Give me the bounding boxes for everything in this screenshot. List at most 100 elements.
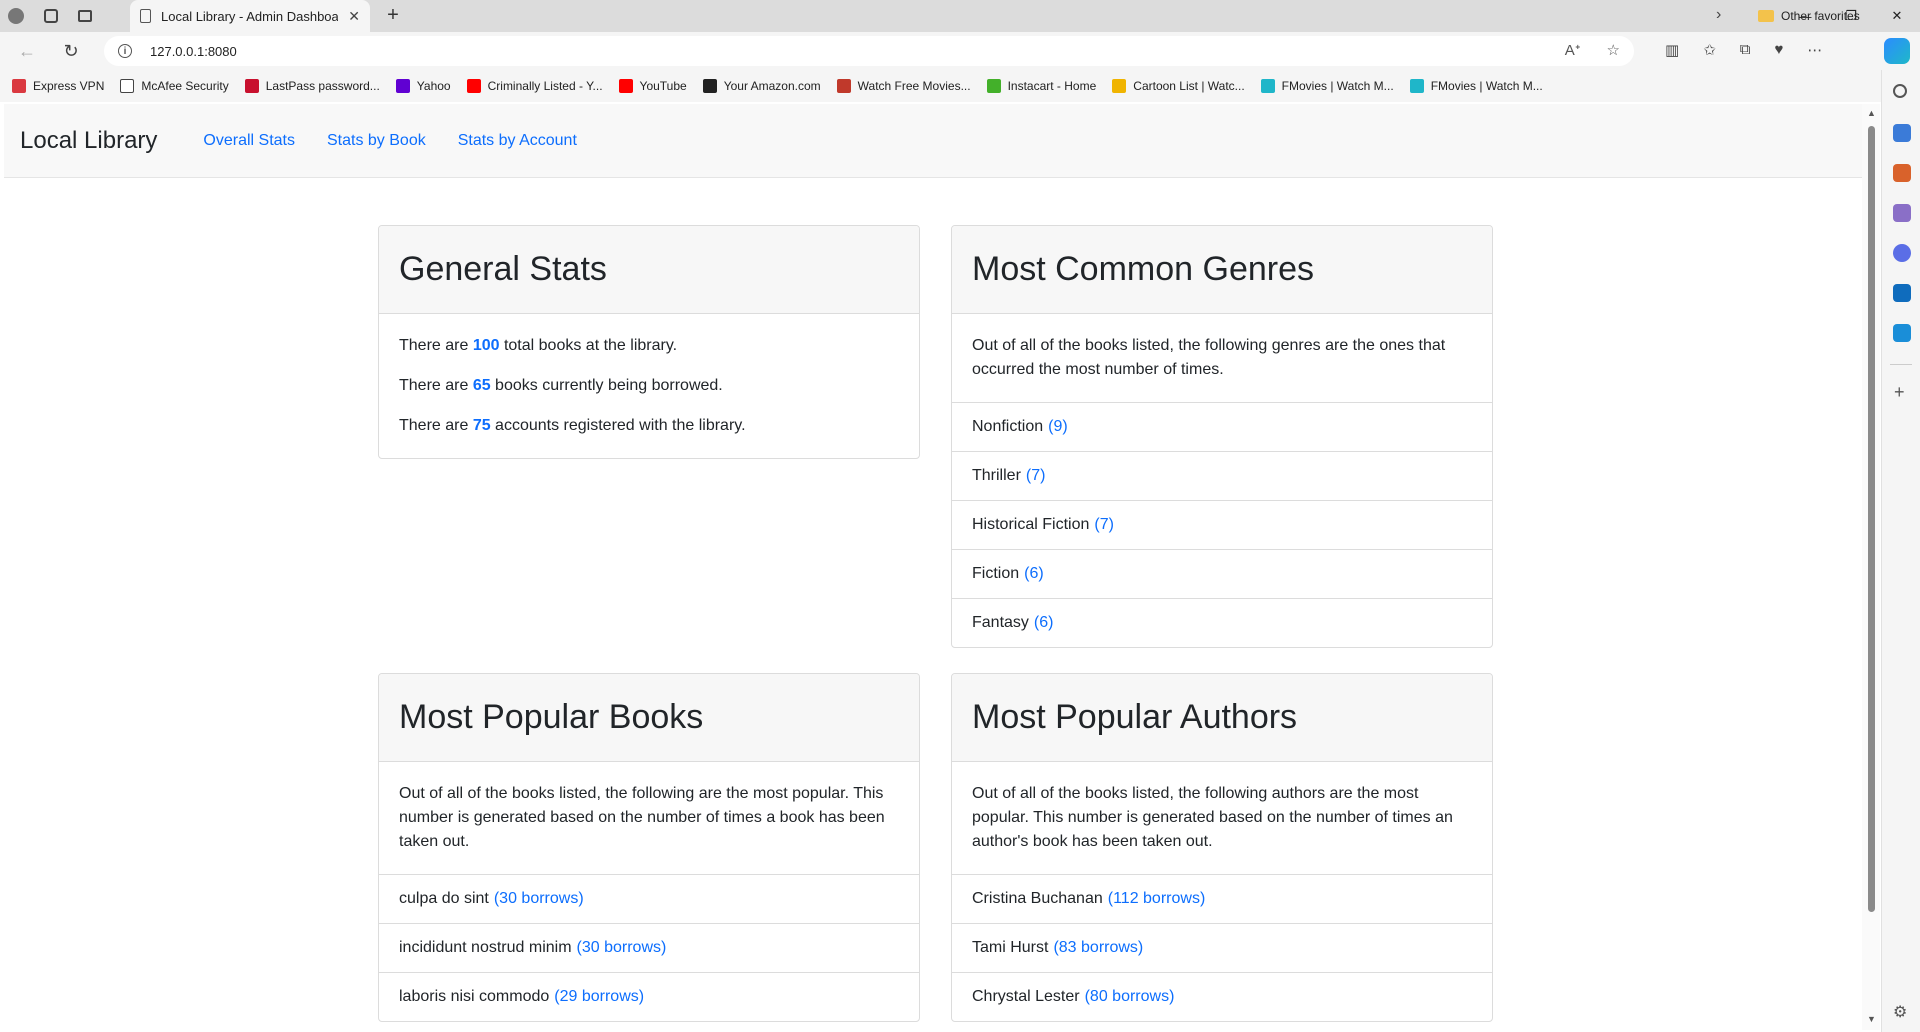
borrowed-books-count: 65 xyxy=(472,377,491,394)
bookmark-favicon-icon xyxy=(618,79,633,93)
outlook-icon[interactable] xyxy=(1893,284,1911,302)
site-info-icon[interactable]: i xyxy=(118,44,132,58)
nav-stats-by-account[interactable]: Stats by Account xyxy=(458,132,577,150)
scroll-down-icon[interactable]: ▼ xyxy=(1867,1014,1876,1024)
bookmark-label: Your Amazon.com xyxy=(723,79,821,93)
genres-title: Most Common Genres xyxy=(972,250,1314,288)
authors-intro: Out of all of the books listed, the foll… xyxy=(972,785,1453,850)
authors-header: Most Popular Authors xyxy=(952,674,1492,762)
address-bar[interactable]: i 127.0.0.1:8080 Aᐩ ☆ xyxy=(104,36,1634,66)
shopping-tag-icon[interactable] xyxy=(1893,124,1911,142)
bookmark-item[interactable]: FMovies | Watch M... xyxy=(1260,79,1394,93)
split-screen-icon[interactable]: ▥ xyxy=(1665,41,1679,59)
item-name: Thriller xyxy=(972,467,1021,484)
bookmark-item[interactable]: Criminally Listed - Y... xyxy=(466,79,603,93)
bookmark-item[interactable]: Yahoo xyxy=(395,79,451,93)
bookmarks-bar: Express VPN McAfee Security LastPass passw… xyxy=(0,70,1920,102)
browser-essentials-icon[interactable]: ♥ xyxy=(1774,41,1783,59)
bookmark-label: Yahoo xyxy=(416,79,451,93)
stat-accounts: There are 75 accounts registered with th… xyxy=(399,417,746,434)
nav-stats-by-book[interactable]: Stats by Book xyxy=(327,132,426,150)
search-icon[interactable] xyxy=(1893,84,1907,98)
workspaces-icon[interactable] xyxy=(44,9,58,23)
list-item: Cristina Buchanan (112 borrows) xyxy=(952,874,1492,923)
page-icon xyxy=(140,9,151,23)
favorites-icon[interactable]: ✩ xyxy=(1703,41,1716,59)
bookmark-favicon-icon xyxy=(702,79,717,93)
list-item: Nonfiction (9) xyxy=(952,402,1492,451)
games-icon[interactable] xyxy=(1893,204,1911,222)
other-favorites[interactable]: Other favorites xyxy=(1758,0,1860,32)
close-tab-icon[interactable]: ✕ xyxy=(348,8,360,25)
general-stats-title: General Stats xyxy=(399,250,607,288)
item-name: Nonfiction xyxy=(972,418,1044,435)
tools-icon[interactable] xyxy=(1893,164,1911,182)
genres-intro: Out of all of the books listed, the foll… xyxy=(972,337,1446,378)
list-item: Historical Fiction (7) xyxy=(952,500,1492,549)
bookmark-item[interactable]: Watch Free Movies... xyxy=(836,79,971,93)
list-item: Thriller (7) xyxy=(952,451,1492,500)
list-item: laboris nisi commodo (29 borrows) xyxy=(379,972,919,1021)
tabstrip-left-icons xyxy=(8,0,92,32)
stat-total-books: There are 100 total books at the library… xyxy=(399,337,678,354)
item-name: Tami Hurst xyxy=(972,939,1049,956)
nav-overall-stats[interactable]: Overall Stats xyxy=(203,132,295,150)
bookmark-favicon-icon xyxy=(244,79,259,93)
active-tab[interactable]: Local Library - Admin Dashboard ✕ xyxy=(130,0,370,32)
bookmark-item[interactable]: McAfee Security xyxy=(120,79,229,93)
accounts-count: 75 xyxy=(472,417,491,434)
item-name: Fiction xyxy=(972,565,1020,582)
item-name: Chrystal Lester xyxy=(972,988,1080,1005)
bookmark-label: Cartoon List | Watc... xyxy=(1133,79,1245,93)
bookmark-favicon-icon xyxy=(986,79,1001,93)
bookmark-label: Watch Free Movies... xyxy=(857,79,971,93)
scroll-thumb[interactable] xyxy=(1868,126,1875,912)
item-count: (30 borrows) xyxy=(576,939,667,956)
scroll-up-icon[interactable]: ▲ xyxy=(1867,108,1876,118)
site-brand[interactable]: Local Library xyxy=(20,127,157,155)
more-options-icon[interactable]: ⋯ xyxy=(1807,41,1822,59)
bookmark-item[interactable]: Your Amazon.com xyxy=(702,79,821,93)
tab-title: Local Library - Admin Dashboard xyxy=(161,8,339,24)
collections-icon[interactable]: ⧉ xyxy=(1740,41,1751,59)
favorite-star-icon[interactable]: ☆ xyxy=(1607,41,1620,59)
vertical-tabs-icon[interactable] xyxy=(78,10,92,22)
bookmark-item[interactable]: YouTube xyxy=(618,79,687,93)
read-aloud-icon[interactable]: Aᐩ xyxy=(1565,41,1581,59)
add-icon[interactable]: + xyxy=(1894,382,1905,403)
general-stats-card: General Stats There are 100 total books … xyxy=(378,225,920,459)
url-text[interactable]: 127.0.0.1:8080 xyxy=(150,44,237,59)
general-stats-header: General Stats xyxy=(379,226,919,314)
drop-icon[interactable] xyxy=(1893,324,1911,342)
list-item: Fiction (6) xyxy=(952,549,1492,598)
bookmark-item[interactable]: Instacart - Home xyxy=(986,79,1096,93)
profile-icon[interactable] xyxy=(8,8,24,24)
refresh-icon[interactable]: ↻ xyxy=(60,40,82,62)
chevron-right-icon[interactable]: › xyxy=(1716,6,1721,24)
settings-gear-icon[interactable]: ⚙ xyxy=(1893,1002,1907,1022)
list-item: culpa do sint (30 borrows) xyxy=(379,874,919,923)
copilot-icon[interactable] xyxy=(1884,38,1910,64)
item-name: Cristina Buchanan xyxy=(972,890,1103,907)
bookmark-favicon-icon xyxy=(1112,79,1127,93)
bookmark-favicon-icon xyxy=(836,79,851,93)
item-count: (7) xyxy=(1025,467,1046,484)
bookmark-item[interactable]: LastPass password... xyxy=(244,79,380,93)
other-favorites-label: Other favorites xyxy=(1781,9,1860,23)
page-scrollbar[interactable]: ▲ ▼ xyxy=(1862,104,1880,1030)
bookmark-label: LastPass password... xyxy=(265,79,380,93)
bookmark-item[interactable]: FMovies | Watch M... xyxy=(1409,79,1543,93)
bookmark-favicon-icon xyxy=(12,79,26,93)
genres-list: Nonfiction (9) Thriller (7) Historical Ficti… xyxy=(952,402,1492,647)
bookmark-favicon-icon xyxy=(1409,79,1424,93)
bookmark-item[interactable]: Express VPN xyxy=(12,79,104,93)
bookmark-item[interactable]: Cartoon List | Watc... xyxy=(1112,79,1245,93)
item-count: (30 borrows) xyxy=(493,890,584,907)
new-tab-icon[interactable]: + xyxy=(382,5,404,27)
bookmark-label: FMovies | Watch M... xyxy=(1281,79,1394,93)
books-intro: Out of all of the books listed, the foll… xyxy=(399,785,885,850)
back-arrow-icon[interactable]: ← xyxy=(16,40,38,62)
close-window-icon[interactable]: ✕ xyxy=(1874,0,1920,32)
item-name: Historical Fiction xyxy=(972,516,1090,533)
microsoft365-icon[interactable] xyxy=(1893,244,1911,262)
